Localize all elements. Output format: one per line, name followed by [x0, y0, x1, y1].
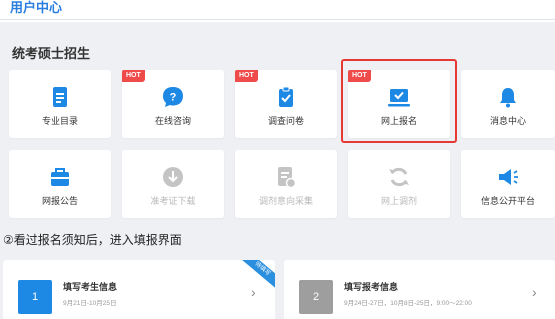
tile-admission-download: 准考证下载 [122, 150, 224, 218]
title-underline [0, 19, 555, 20]
download-icon [163, 167, 183, 187]
clipboard-icon [279, 86, 293, 107]
step-card-fill-candidate-info[interactable]: 待填写 1 填写考生信息 9月21日-10月25日 › [3, 260, 275, 319]
tile-survey[interactable]: HOT 调查问卷 [235, 70, 337, 138]
document-icon [53, 87, 67, 107]
page-title: 用户中心 [10, 0, 63, 15]
notice-text: ②看过报名须知后，进入填报界面 [3, 233, 182, 247]
tile-online-consult[interactable]: HOT ? 在线咨询 [122, 70, 224, 138]
refresh-icon [389, 167, 409, 187]
tile-label: 信息公开平台 [480, 196, 535, 206]
doc-edit-icon [278, 167, 297, 188]
step-title: 填写考生信息 [63, 282, 118, 292]
tile-info-platform[interactable]: 信息公开平台 [461, 150, 555, 218]
highlight-box [341, 59, 457, 143]
step-number: 2 [299, 280, 333, 314]
tile-adjust-intent: 调剂意向采集 [235, 150, 337, 218]
tile-online-adjust: 网上调剂 [348, 150, 450, 218]
step-date: 9月24日-27日，10月8日-25日，9:00～22:00 [344, 300, 472, 307]
tile-label: 网报公告 [41, 196, 78, 206]
tile-label: 消息中心 [489, 116, 526, 126]
tile-label: 调剂意向采集 [258, 196, 313, 206]
svg-text:?: ? [170, 92, 177, 104]
step-number: 1 [18, 280, 52, 314]
chevron-right-icon: › [251, 284, 256, 300]
bag-icon [51, 168, 69, 186]
tile-label: 在线咨询 [154, 116, 191, 126]
tile-announcement[interactable]: 网报公告 [9, 150, 111, 218]
chat-help-icon: ? [163, 87, 183, 107]
tile-label: 准考证下载 [150, 196, 196, 206]
bell-icon [500, 88, 516, 108]
tile-message-center[interactable]: 消息中心 [461, 70, 555, 138]
step-title: 填写报考信息 [344, 282, 399, 292]
tile-major-catalog[interactable]: 专业目录 [9, 70, 111, 138]
section-title: 统考硕士招生 [12, 46, 91, 61]
top-bar: 用户中心 [0, 0, 555, 22]
tile-label: 调查问卷 [267, 116, 304, 126]
hot-badge: HOT [122, 70, 145, 82]
step-date: 9月21日-10月25日 [63, 300, 117, 307]
hot-badge: HOT [235, 70, 258, 82]
megaphone-icon [499, 169, 518, 185]
tile-label: 网上调剂 [380, 196, 417, 206]
chevron-right-icon: › [532, 284, 537, 300]
tile-label: 专业目录 [41, 116, 78, 126]
step-card-fill-application-info[interactable]: 2 填写报考信息 9月24日-27日，10月8日-25日，9:00～22:00 … [284, 260, 555, 319]
